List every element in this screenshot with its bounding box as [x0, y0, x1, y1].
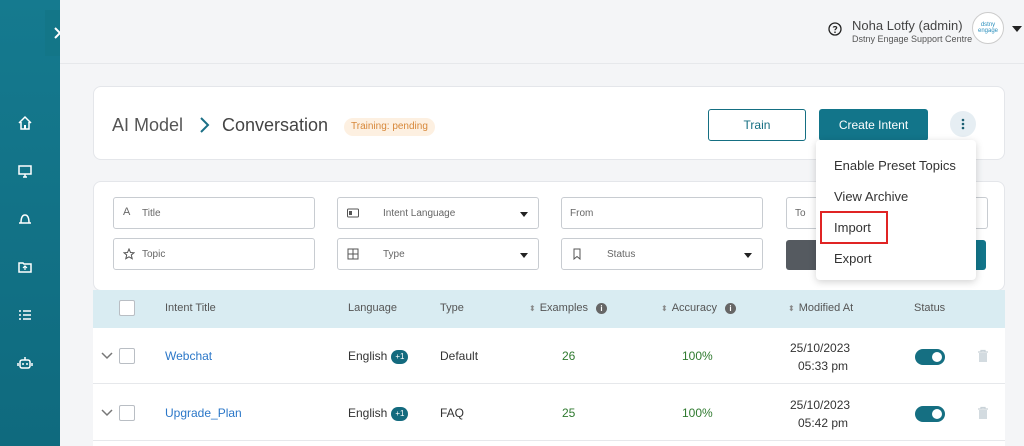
select-all-checkbox[interactable] [119, 300, 135, 316]
type-placeholder: Type [383, 249, 405, 260]
bookmark-icon [573, 248, 581, 260]
modified-time: 05:42 pm [798, 416, 849, 430]
sort-icon: ⬍ [788, 303, 795, 313]
info-icon[interactable]: i [596, 302, 607, 314]
column-accuracy[interactable]: ⬍ Accuracy i [661, 302, 736, 314]
table-row[interactable]: Webchat English +1 Default 26 100% 25/10/… [93, 328, 1005, 384]
more-options-button[interactable] [950, 111, 976, 137]
title-filter-input[interactable]: A Title [113, 197, 315, 229]
import-highlight-box [820, 211, 888, 244]
top-bar: Noha Lotfy (admin) Dstny Engage Support … [60, 0, 1024, 64]
caret-down-icon [520, 253, 528, 258]
more-options-menu: Enable Preset Topics View Archive Import… [816, 140, 976, 280]
help-icon[interactable] [828, 22, 842, 36]
user-organization: Dstny Engage Support Centre [852, 34, 973, 44]
trash-icon[interactable] [977, 349, 989, 363]
table-header: Intent Title Language Type ⬍ Examples i ⬍ A… [93, 290, 1005, 328]
table-row[interactable]: Upgrade_Plan English +1 FAQ 25 100% 25/10… [93, 385, 1005, 441]
chevron-down-icon[interactable] [101, 409, 113, 417]
column-language-label: Language [348, 302, 397, 314]
info-icon[interactable]: i [724, 302, 736, 314]
column-type[interactable]: Type [440, 302, 464, 314]
title-filter-placeholder: Title [142, 208, 161, 219]
home-icon[interactable] [15, 113, 35, 133]
monitor-icon[interactable] [15, 161, 35, 181]
menu-item-export[interactable]: Export [834, 251, 872, 266]
robot-icon[interactable] [15, 353, 35, 373]
language-cell: English +1 [348, 406, 409, 421]
column-type-label: Type [440, 302, 464, 314]
column-modified-at[interactable]: ⬍ Modified At [788, 302, 853, 314]
folder-upload-icon[interactable] [15, 257, 35, 277]
intents-table: Intent Title Language Type ⬍ Examples i ⬍ A… [93, 290, 1005, 446]
type-cell: Default [440, 349, 479, 363]
language-value: English [348, 349, 388, 363]
status-badge: Training: pending [344, 118, 435, 136]
from-date-placeholder: From [570, 208, 594, 219]
type-cell: FAQ [440, 406, 465, 420]
column-status-label: Status [914, 302, 946, 314]
user-menu-caret-icon[interactable] [1012, 26, 1022, 32]
create-intent-button[interactable]: Create Intent [819, 109, 928, 141]
modified-date: 25/10/2023 [790, 398, 851, 412]
user-name: Noha Lotfy (admin) [852, 18, 963, 33]
sort-icon: ⬍ [661, 303, 668, 313]
column-modified-at-label: Modified At [798, 302, 854, 314]
trash-icon[interactable] [977, 406, 989, 420]
row-checkbox[interactable] [119, 405, 135, 421]
train-button[interactable]: Train [708, 109, 806, 141]
chevron-right-icon [200, 117, 210, 133]
status-toggle[interactable] [915, 406, 945, 422]
list-icon[interactable] [15, 305, 35, 325]
status-select[interactable]: Status [561, 238, 763, 270]
intent-language-placeholder: Intent Language [383, 208, 456, 219]
column-language[interactable]: Language [348, 302, 397, 314]
caret-down-icon [744, 253, 752, 258]
accuracy-cell: 100% [682, 349, 713, 363]
language-icon [347, 208, 359, 218]
status-placeholder: Status [607, 249, 636, 260]
extra-languages-badge[interactable]: +1 [391, 350, 409, 364]
language-cell: English +1 [348, 349, 409, 364]
breadcrumb-ai-model[interactable]: AI Model [112, 115, 183, 136]
from-date-input[interactable]: From [561, 197, 763, 229]
text-icon: A [123, 206, 131, 218]
intent-title-link[interactable]: Webchat [165, 349, 212, 363]
accuracy-cell: 100% [682, 406, 713, 420]
star-icon [123, 248, 135, 260]
column-status[interactable]: Status [914, 302, 945, 314]
modified-date: 25/10/2023 [790, 341, 851, 355]
column-intent-title[interactable]: Intent Title [165, 302, 216, 314]
chevron-down-icon[interactable] [101, 352, 113, 360]
menu-item-enable-preset-topics[interactable]: Enable Preset Topics [834, 158, 956, 173]
kebab-menu-icon [961, 118, 965, 130]
intent-language-select[interactable]: Intent Language [337, 197, 539, 229]
hat-icon[interactable] [15, 209, 35, 229]
row-checkbox[interactable] [119, 348, 135, 364]
avatar[interactable]: dstny engage [972, 12, 1004, 44]
column-intent-title-label: Intent Title [165, 302, 216, 314]
type-select[interactable]: Type [337, 238, 539, 270]
avatar-logo-text: dstny engage [977, 22, 999, 34]
caret-down-icon [520, 212, 528, 217]
examples-cell: 26 [562, 349, 576, 363]
modified-time: 05:33 pm [798, 359, 849, 373]
language-value: English [348, 406, 388, 420]
status-toggle[interactable] [915, 349, 945, 365]
topic-filter-input[interactable]: Topic [113, 238, 315, 270]
page-title: Conversation [222, 115, 329, 135]
menu-item-view-archive[interactable]: View Archive [834, 189, 908, 204]
column-examples[interactable]: ⬍ Examples i [529, 302, 607, 314]
sidebar [0, 0, 69, 446]
extra-languages-badge[interactable]: +1 [391, 407, 409, 421]
intent-title-link[interactable]: Upgrade_Plan [165, 406, 242, 420]
examples-cell: 25 [562, 406, 576, 420]
topic-filter-placeholder: Topic [142, 249, 166, 260]
column-accuracy-label: Accuracy [671, 302, 717, 314]
to-date-placeholder: To [795, 208, 806, 219]
column-examples-label: Examples [539, 302, 588, 314]
sort-icon: ⬍ [529, 303, 536, 313]
grid-icon [347, 248, 359, 260]
